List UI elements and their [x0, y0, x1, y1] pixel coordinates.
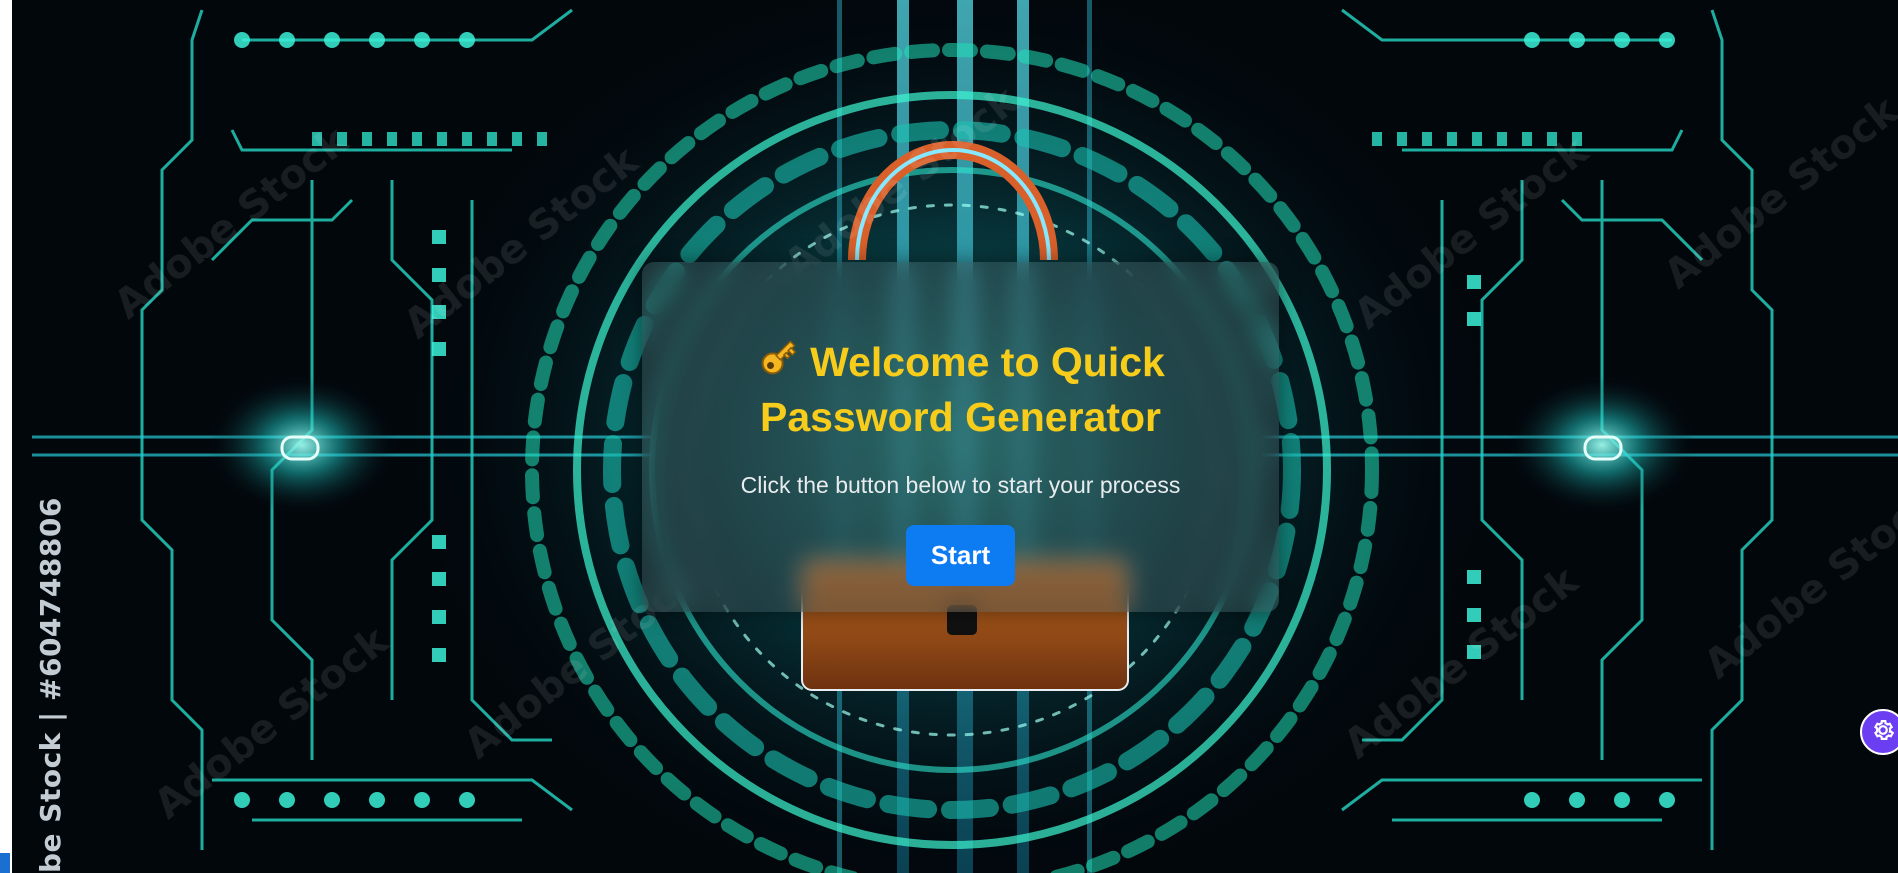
gear-icon [1870, 717, 1896, 748]
welcome-card: Welcome to Quick Password Generator Clic… [642, 262, 1279, 612]
settings-widget-button[interactable] [1860, 709, 1898, 755]
page-left-edge [0, 0, 12, 873]
welcome-title: Welcome to Quick Password Generator [721, 334, 1201, 443]
welcome-title-text: Welcome to Quick Password Generator [759, 339, 1165, 440]
edge-accent [0, 853, 10, 873]
key-icon [756, 334, 802, 392]
welcome-subtitle: Click the button below to start your pro… [740, 472, 1181, 498]
stock-credit-text: be Stock | #604748806 [34, 497, 67, 873]
start-button[interactable]: Start [906, 525, 1015, 586]
